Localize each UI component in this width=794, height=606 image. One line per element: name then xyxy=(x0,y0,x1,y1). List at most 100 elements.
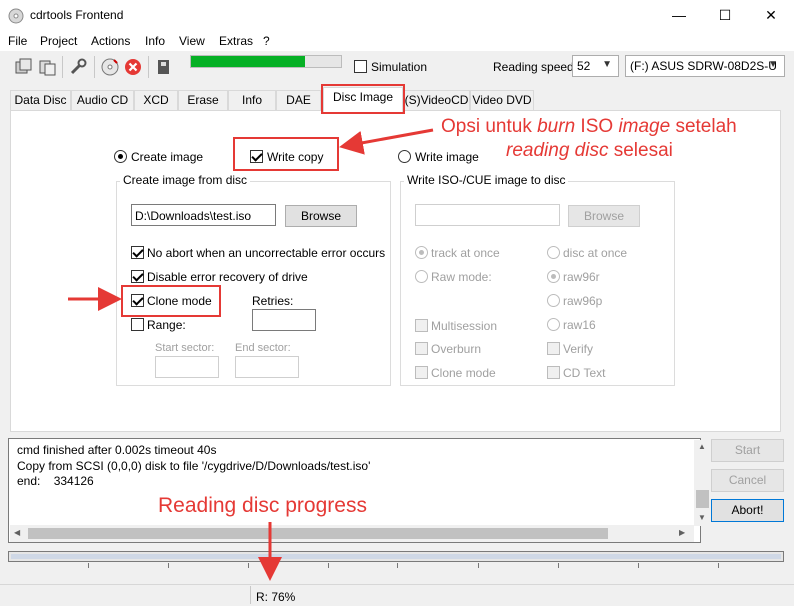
menu-actions[interactable]: Actions xyxy=(91,34,130,48)
menu-info[interactable]: Info xyxy=(145,34,165,48)
abort-button[interactable]: Abort! xyxy=(711,499,784,522)
tab-audio-cd[interactable]: Audio CD xyxy=(71,90,134,110)
tab-disc-image[interactable]: Disc Image xyxy=(323,87,403,112)
maximize-button[interactable]: ☐ xyxy=(702,0,748,31)
toolbar-separator xyxy=(148,56,149,78)
overburn-checkbox[interactable] xyxy=(415,342,428,355)
toolbar-progress-fill xyxy=(191,56,305,67)
reading-speed-select[interactable]: 52 ▼ xyxy=(572,55,619,77)
burn-disc-icon[interactable] xyxy=(100,57,120,77)
tab-data-disc[interactable]: Data Disc xyxy=(10,90,71,110)
minimize-button[interactable]: — xyxy=(656,0,702,31)
scroll-right-icon[interactable]: ▶ xyxy=(679,528,685,537)
write-clone-mode-label: Clone mode xyxy=(431,366,496,380)
scroll-left-icon[interactable]: ◀ xyxy=(14,528,20,537)
cd-text-label: CD Text xyxy=(563,366,606,380)
write-image-group-title: Write ISO-/CUE image to disc xyxy=(404,173,569,187)
write-image-path-input[interactable] xyxy=(415,204,560,226)
close-button[interactable]: ✕ xyxy=(748,0,794,31)
disable-recovery-checkbox[interactable] xyxy=(131,270,144,283)
track-at-once-radio[interactable] xyxy=(415,246,428,259)
start-sector-label: Start sector: xyxy=(155,342,215,354)
menu-extras[interactable]: Extras xyxy=(219,34,253,48)
cd-text-checkbox[interactable] xyxy=(547,366,560,379)
eject-icon[interactable] xyxy=(154,57,174,77)
annotation-box-write-copy xyxy=(233,137,339,171)
verify-checkbox[interactable] xyxy=(547,342,560,355)
create-image-radio[interactable] xyxy=(114,150,127,163)
tab-erase[interactable]: Erase xyxy=(178,90,228,110)
menu-file[interactable]: File xyxy=(8,34,27,48)
tab-dae[interactable]: DAE xyxy=(276,90,321,110)
track-at-once-label: track at once xyxy=(431,246,500,260)
disc-at-once-label: disc at once xyxy=(563,246,628,260)
menu-view[interactable]: View xyxy=(179,34,205,48)
write-clone-mode-checkbox[interactable] xyxy=(415,366,428,379)
menu-project[interactable]: Project xyxy=(40,34,77,48)
reading-speed-value: 52 xyxy=(577,59,591,73)
status-separator xyxy=(250,586,251,604)
copy-disc-icon[interactable] xyxy=(14,57,34,77)
reading-speed-label: Reading speed xyxy=(493,60,574,74)
cd-icon xyxy=(8,8,24,24)
drive-select[interactable]: (F:) ASUS SDRW-08D2S-U ▼ xyxy=(625,55,785,77)
simulation-label: Simulation xyxy=(371,60,428,74)
annotation-burn-note-line2: reading disc selesai xyxy=(506,140,673,161)
wrench-icon[interactable] xyxy=(68,57,88,77)
annotation-box-clone-mode xyxy=(121,285,221,317)
scroll-down-icon[interactable]: ▼ xyxy=(698,513,706,522)
disc-at-once-radio[interactable] xyxy=(547,246,560,259)
end-sector-input[interactable] xyxy=(235,356,299,378)
raw96r-label: raw96r xyxy=(563,270,600,284)
tab-info[interactable]: Info xyxy=(228,90,276,110)
toolbar-progress-bar xyxy=(190,55,342,68)
stop-icon[interactable] xyxy=(123,57,143,77)
raw16-label: raw16 xyxy=(563,318,596,332)
tab-svideocd[interactable]: (S)VideoCD xyxy=(403,90,470,110)
chevron-down-icon: ▼ xyxy=(768,59,778,70)
raw16-radio[interactable] xyxy=(547,318,560,331)
verify-label: Verify xyxy=(563,342,594,356)
toolbar-separator xyxy=(94,56,95,78)
tab-xcd[interactable]: XCD xyxy=(134,90,178,110)
raw96r-radio[interactable] xyxy=(547,270,560,283)
no-abort-label: No abort when an uncorrectable error occ… xyxy=(147,246,386,260)
overburn-label: Overburn xyxy=(431,342,482,356)
log-output[interactable]: cmd finished after 0.002s timeout 40s Co… xyxy=(8,438,711,543)
image-path-input[interactable]: D:\Downloads\test.iso xyxy=(131,204,276,226)
raw96p-radio[interactable] xyxy=(547,294,560,307)
retries-input[interactable] xyxy=(252,309,316,331)
cancel-button[interactable]: Cancel xyxy=(711,469,784,492)
raw-mode-label: Raw mode: xyxy=(431,270,492,284)
log-vertical-scrollbar[interactable]: ▲ ▼ xyxy=(694,440,711,526)
raw-mode-radio[interactable] xyxy=(415,270,428,283)
menu-help[interactable]: ? xyxy=(263,34,270,48)
start-sector-input[interactable] xyxy=(155,356,219,378)
create-image-group-title: Create image from disc xyxy=(120,173,251,187)
status-text: R: 76% xyxy=(256,590,296,604)
end-sector-label: End sector: xyxy=(235,342,291,354)
tab-video-dvd[interactable]: Video DVD xyxy=(470,90,534,110)
write-image-label: Write image xyxy=(415,150,479,164)
toolbar-separator xyxy=(62,56,63,78)
start-button[interactable]: Start xyxy=(711,439,784,462)
browse-button[interactable]: Browse xyxy=(285,205,357,227)
scrollbar-thumb[interactable] xyxy=(28,528,608,539)
multisession-label: Multisession xyxy=(431,319,498,333)
annotation-progress-note: Reading disc progress xyxy=(158,494,367,517)
progress-ruler xyxy=(8,563,784,569)
write-browse-button[interactable]: Browse xyxy=(568,205,640,227)
log-line: Copy from SCSI (0,0,0) disk to file '/cy… xyxy=(17,459,371,473)
write-image-radio[interactable] xyxy=(398,150,411,163)
window-title: cdrtools Frontend xyxy=(30,8,124,22)
range-checkbox[interactable] xyxy=(131,318,144,331)
scroll-up-icon[interactable]: ▲ xyxy=(698,442,706,451)
reading-progress-track xyxy=(11,554,781,559)
scrollbar-thumb[interactable] xyxy=(696,490,709,508)
status-bar xyxy=(0,584,794,606)
simulation-checkbox[interactable] xyxy=(354,60,367,73)
no-abort-checkbox[interactable] xyxy=(131,246,144,259)
copy-files-icon[interactable] xyxy=(38,57,58,77)
multisession-checkbox[interactable] xyxy=(415,319,428,332)
log-horizontal-scrollbar[interactable]: ◀ ▶ xyxy=(10,525,694,542)
